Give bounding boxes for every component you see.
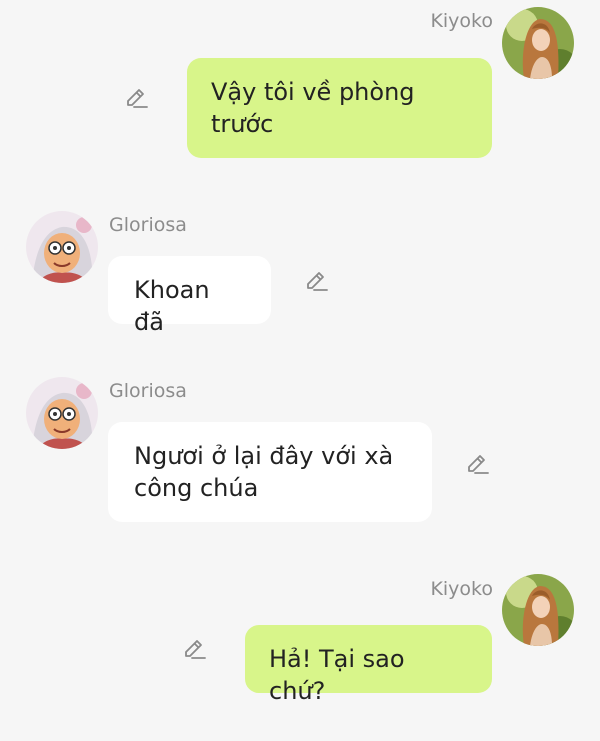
- edit-icon[interactable]: [464, 451, 490, 477]
- gloriosa-avatar[interactable]: [26, 211, 98, 283]
- kiyoko-avatar[interactable]: [502, 7, 574, 79]
- message-text: Vậy tôi về phòng trước: [211, 78, 415, 138]
- gloriosa-avatar[interactable]: [26, 377, 98, 449]
- sender-name: Kiyoko: [430, 10, 493, 32]
- message-text: Khoan đã: [134, 276, 210, 336]
- kiyoko-avatar[interactable]: [502, 574, 574, 646]
- edit-icon[interactable]: [303, 268, 329, 294]
- message-text: Hả! Tại sao chứ?: [269, 645, 405, 705]
- edit-icon[interactable]: [123, 85, 149, 111]
- message-bubble[interactable]: Vậy tôi về phòng trước: [187, 58, 492, 158]
- message-bubble[interactable]: Khoan đã: [108, 256, 271, 336]
- message-bubble[interactable]: Ngươi ở lại đây với xà công chúa: [108, 422, 432, 522]
- sender-name: Gloriosa: [109, 380, 187, 402]
- sender-name: Gloriosa: [109, 214, 187, 236]
- message-bubble[interactable]: Hả! Tại sao chứ?: [245, 625, 492, 705]
- edit-icon[interactable]: [181, 636, 207, 662]
- sender-name: Kiyoko: [430, 578, 493, 600]
- message-text: Ngươi ở lại đây với xà công chúa: [134, 442, 394, 502]
